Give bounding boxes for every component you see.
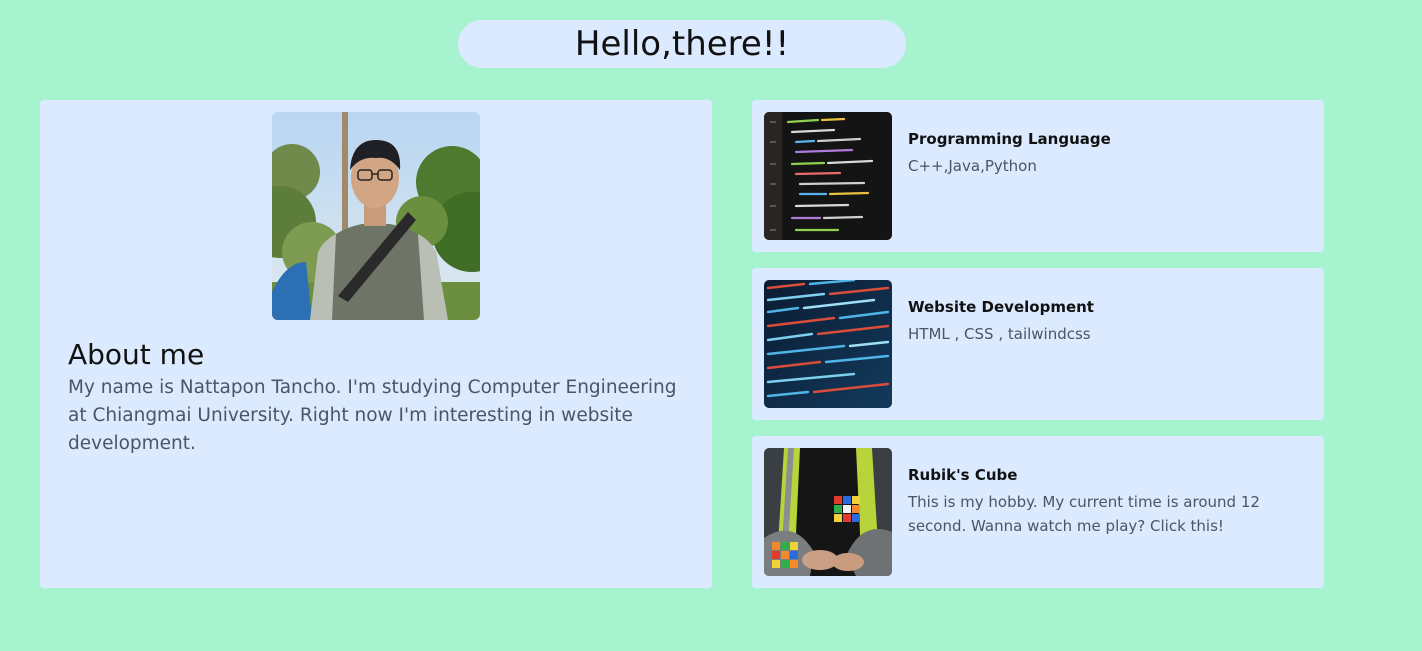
code-matrix-image bbox=[764, 280, 892, 408]
profile-photo-image bbox=[272, 112, 480, 320]
page-title: Hello,there!! bbox=[574, 24, 790, 64]
about-description: My name is Nattapon Tancho. I'm studying… bbox=[68, 377, 677, 454]
code-screen-image bbox=[764, 112, 892, 240]
skill-card-web-development[interactable]: Website Development HTML , CSS , tailwin… bbox=[752, 268, 1324, 420]
skill-description: C++,Java,Python bbox=[908, 157, 1037, 175]
skill-title: Rubik's Cube bbox=[908, 466, 1018, 484]
profile-photo bbox=[272, 112, 480, 320]
skill-title: Programming Language bbox=[908, 130, 1111, 148]
skill-card-programming[interactable]: Programming Language C++,Java,Python bbox=[752, 100, 1324, 252]
skill-description[interactable]: This is my hobby. My current time is aro… bbox=[908, 490, 1308, 538]
skill-title: Website Development bbox=[908, 298, 1094, 316]
rubiks-cube-image bbox=[764, 448, 892, 576]
about-card: About me My name is Nattapon Tancho. I'm… bbox=[40, 100, 712, 588]
skill-description: HTML , CSS , tailwindcss bbox=[908, 325, 1091, 343]
skill-card-rubiks-cube[interactable]: Rubik's Cube This is my hobby. My curren… bbox=[752, 436, 1324, 588]
about-title: About me bbox=[68, 338, 205, 371]
header-greeting-pill: Hello,there!! bbox=[458, 20, 906, 68]
